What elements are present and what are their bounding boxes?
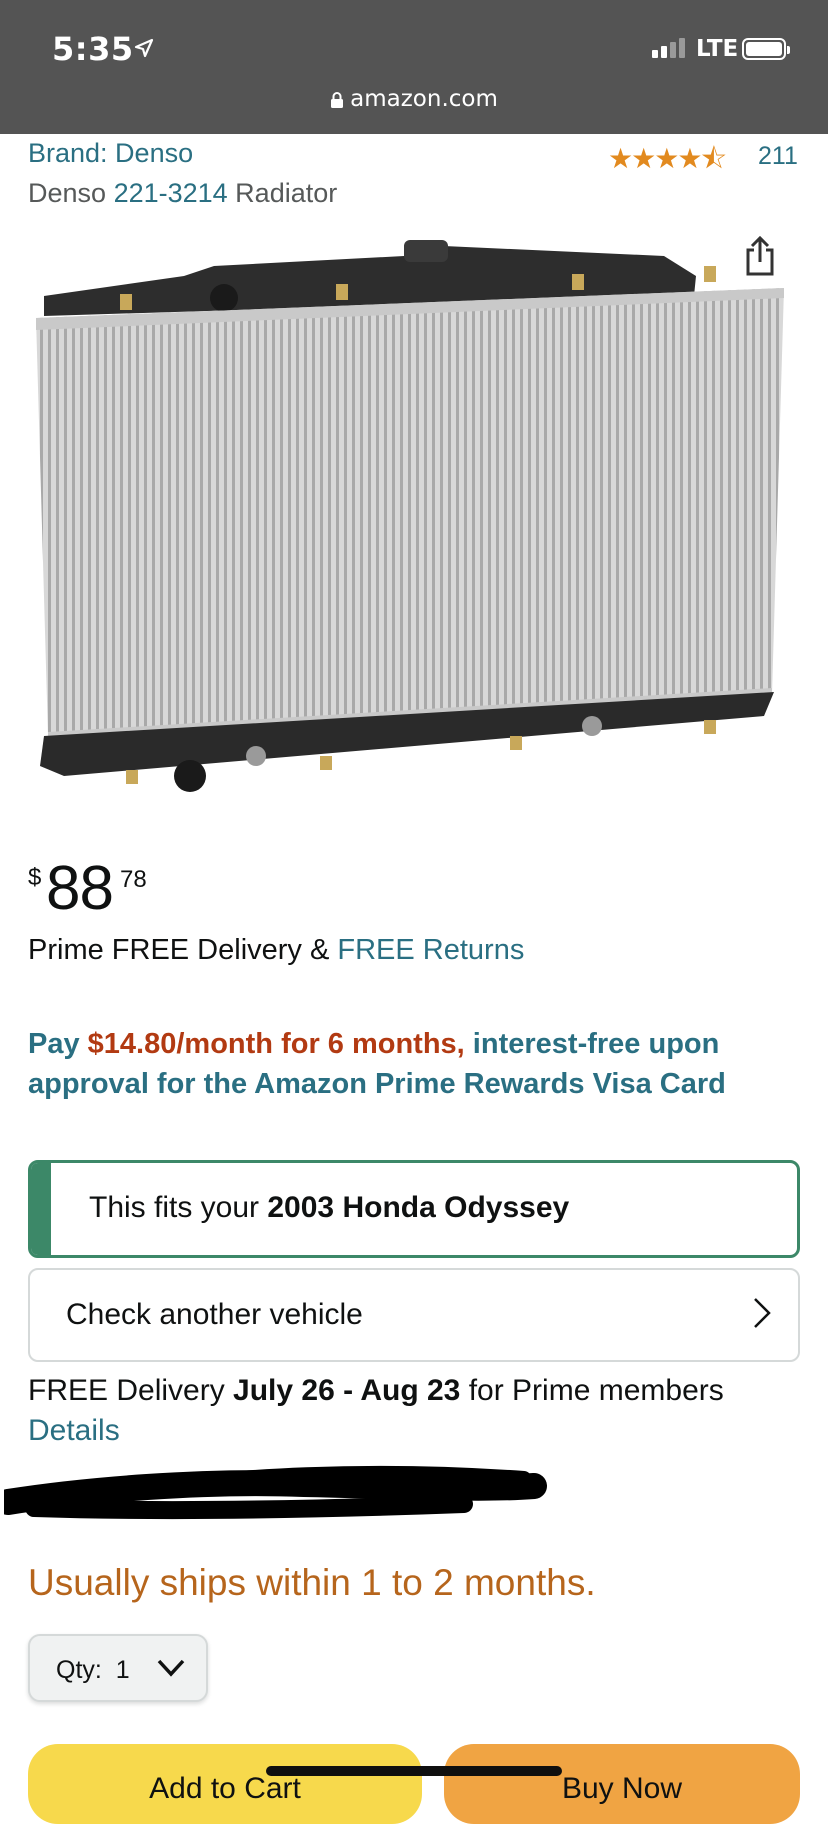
redaction-scribble xyxy=(4,1465,547,1520)
clock: 5:35 xyxy=(52,30,134,68)
fit-prefix: This fits your xyxy=(89,1191,268,1224)
availability-status: Usually ships within 1 to 2 months. xyxy=(28,1562,596,1603)
check-another-vehicle-button[interactable]: Check another vehicle xyxy=(28,1268,800,1362)
star-rating[interactable]: ★★★★⯪ xyxy=(608,138,727,186)
monthly-amount: $14.80/month for 6 months, xyxy=(87,1028,465,1060)
fit-text: This fits your 2003 Honda Odyssey xyxy=(89,1191,569,1225)
part-number-link[interactable]: 221-3214 xyxy=(114,178,228,208)
home-indicator[interactable] xyxy=(266,1766,562,1776)
delivery-details-link[interactable]: Details xyxy=(28,1414,120,1448)
url-text: amazon.com xyxy=(350,86,498,112)
vehicle-fit-banner: This fits your 2003 Honda Odyssey xyxy=(28,1160,800,1258)
free-returns-link[interactable]: FREE Returns xyxy=(337,934,524,966)
star-icon: ★ xyxy=(654,143,679,174)
title-suffix: Radiator xyxy=(227,178,338,208)
price-currency: $ xyxy=(28,864,42,891)
fit-indicator-bar xyxy=(31,1163,51,1255)
product-image[interactable] xyxy=(24,236,796,796)
prime-delivery-info: Prime FREE Delivery & FREE Returns xyxy=(28,934,524,967)
payment-offer-link[interactable]: Pay $14.80/month for 6 months, interest-… xyxy=(28,1024,808,1104)
cellular-signal-icon xyxy=(652,38,685,58)
quantity-label: Qty: 1 xyxy=(56,1656,130,1685)
network-type: LTE xyxy=(696,36,739,62)
check-vehicle-label: Check another vehicle xyxy=(66,1298,363,1331)
product-title: Denso 221-3214 Radiator xyxy=(28,178,337,209)
delivery-date-range: July 26 - Aug 23 xyxy=(233,1374,461,1407)
delivery-dates-suffix: for Prime members xyxy=(460,1374,724,1407)
half-star-icon: ⯪ xyxy=(700,143,726,174)
buy-now-label: Buy Now xyxy=(561,1772,683,1805)
delivery-dates-prefix: FREE Delivery xyxy=(28,1374,234,1407)
add-to-cart-label: Add to Cart xyxy=(149,1772,301,1805)
add-to-cart-button[interactable]: Add to Cart xyxy=(28,1744,422,1824)
lock-icon xyxy=(331,91,344,108)
brand-link[interactable]: Brand: Denso xyxy=(28,138,193,169)
price-fraction: 78 xyxy=(120,866,147,893)
star-icon: ★ xyxy=(631,143,656,174)
star-icon: ★ xyxy=(677,143,702,174)
location-arrow-icon xyxy=(134,38,154,58)
status-bar: 5:35 LTE amazon.com xyxy=(0,0,828,134)
share-icon[interactable] xyxy=(742,236,778,276)
qty-label-text: Qty: xyxy=(56,1656,102,1684)
quantity-select[interactable]: Qty: 1 xyxy=(28,1634,208,1702)
chevron-right-icon xyxy=(754,1298,771,1328)
title-prefix: Denso xyxy=(28,178,114,208)
prime-delivery-text: Prime FREE Delivery & xyxy=(28,934,338,966)
star-icon: ★ xyxy=(608,143,633,174)
rating-count-link[interactable]: 211 xyxy=(758,142,798,171)
chevron-down-icon xyxy=(157,1659,185,1677)
address-bar[interactable]: amazon.com xyxy=(0,86,828,112)
delivery-dates: FREE Delivery July 26 - Aug 23 for Prime… xyxy=(28,1374,724,1408)
buy-now-button[interactable]: Buy Now xyxy=(444,1744,800,1824)
qty-value: 1 xyxy=(115,1656,130,1684)
price-whole: 88 xyxy=(46,854,114,923)
fit-vehicle: 2003 Honda Odyssey xyxy=(267,1191,570,1224)
battery-icon xyxy=(742,38,790,60)
pay-label: Pay xyxy=(28,1028,88,1060)
